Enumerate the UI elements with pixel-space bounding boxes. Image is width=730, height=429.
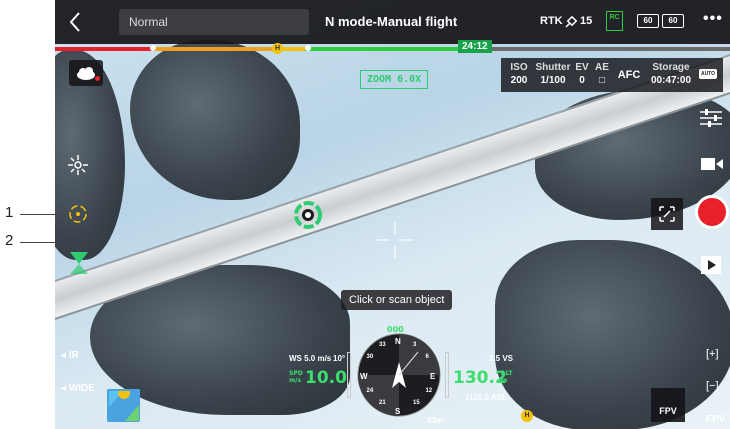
satellite-icon (565, 15, 578, 28)
ev-value: 0 (579, 75, 585, 86)
wind-direction: 10° (333, 354, 346, 363)
speed-unit: SPD m/s (289, 370, 303, 384)
altitude-unit: ALT m (501, 370, 513, 384)
weather-button[interactable] (69, 60, 103, 86)
storage-value: 00:47:00 (650, 75, 692, 86)
rock-outcrop (495, 240, 730, 429)
compass-bearing-tick: 21 (379, 400, 386, 407)
back-button[interactable] (55, 0, 95, 44)
gimbal-icon (68, 155, 88, 175)
rock-outcrop (130, 40, 300, 200)
focus-mode[interactable]: AFC (615, 69, 643, 81)
radar-icon (70, 252, 88, 274)
map-icon (108, 390, 139, 421)
target-lock-button[interactable] (65, 201, 91, 227)
horizontal-speed: 10.0 (305, 368, 347, 388)
compass-south: S (395, 407, 401, 416)
playback-icon[interactable] (701, 256, 721, 274)
battery-progress-bar: H (55, 43, 730, 54)
ev-label: EV (575, 62, 589, 73)
ir-label: IR (68, 350, 79, 361)
smart-track-button[interactable] (651, 198, 683, 230)
record-button[interactable] (695, 195, 729, 229)
fpv-button-label: FPV (659, 406, 677, 416)
more-button[interactable]: ••• (703, 10, 723, 28)
fpv-side-label[interactable]: FPV (706, 414, 725, 425)
drone-camera-view[interactable]: Normal N mode-Manual flight RTK 15 RC 60… (55, 0, 730, 429)
vertical-speed: 2.5 VS (489, 354, 514, 363)
compass-north: N (395, 337, 401, 346)
zoom-indicator: ZOOM 6.0X (360, 70, 429, 89)
tracked-object-icon[interactable] (293, 200, 323, 230)
battery-2[interactable]: 60 (662, 14, 684, 28)
compass-bearing-tick: 33 (379, 341, 386, 348)
cloud-icon (77, 67, 95, 80)
compass-bearing-tick: 3 (413, 341, 417, 348)
compass-bearing-tick: 30 (366, 354, 374, 360)
ae-label: AE (595, 62, 609, 73)
wide-lens-button[interactable]: ◂ WIDE (61, 383, 95, 394)
callout-1: 1 (5, 204, 14, 221)
ae-lock-icon: □ (598, 75, 606, 86)
home-point-marker: H (272, 43, 283, 54)
flight-mode-selector[interactable]: Normal (119, 9, 309, 35)
map-button[interactable] (107, 389, 140, 422)
progress-orange (155, 47, 275, 51)
remaining-flight-time: 24:12 (458, 40, 492, 53)
gimbal-reset-button[interactable] (65, 152, 91, 178)
zoom-out-button[interactable]: [−] (706, 380, 719, 392)
storage-label: Storage (652, 62, 690, 73)
progress-gray (460, 47, 730, 51)
zoom-in-button[interactable]: [+] (706, 348, 719, 360)
weather-alert-dot (95, 76, 100, 81)
home-distance: 43m (427, 416, 444, 425)
compass-bearing-tick: 12 (425, 388, 433, 394)
shutter-label: Shutter (535, 62, 571, 73)
scan-object-tip: Click or scan object (341, 290, 453, 310)
altitude-asl: 1126.5 ASL (465, 393, 507, 402)
wide-label: WIDE (68, 383, 95, 394)
link-icon (659, 206, 675, 222)
altitude-value: 130.2 (453, 368, 507, 388)
rtk-label[interactable]: RTK (540, 15, 563, 27)
center-crosshair (377, 222, 413, 258)
altitude-bar (445, 352, 449, 398)
compass-bearing-tick: 15 (413, 400, 420, 407)
target-icon (69, 205, 87, 223)
settings-sliders-icon[interactable] (700, 108, 722, 128)
progress-red (55, 47, 155, 51)
compass-east: E (430, 372, 436, 381)
compass-bearing-tick: 24 (366, 388, 374, 394)
compass-west: W (360, 372, 368, 381)
camera-settings-panel[interactable]: ISO 200 Shutter 1/100 EV 0 AE □ AFC Storage 0… (501, 58, 723, 92)
fpv-view-button[interactable]: FPV (651, 388, 685, 422)
callout-2: 2 (5, 232, 14, 249)
shutter-value: 1/100 (540, 75, 566, 86)
battery-1[interactable]: 60 (637, 14, 659, 28)
video-mode-icon[interactable] (701, 156, 723, 172)
auto-badge[interactable]: AUTO (699, 69, 717, 79)
iso-label: ISO (510, 62, 528, 73)
ir-lens-button[interactable]: ◂ IR (61, 350, 79, 361)
obstacle-sensing-button[interactable] (67, 250, 91, 276)
iso-value: 200 (510, 75, 528, 86)
progress-dot (150, 45, 156, 51)
home-point-icon: H (521, 410, 533, 422)
flight-mode-title: N mode-Manual flight (325, 14, 458, 29)
chevron-left-icon (69, 12, 80, 32)
speed-bar (347, 352, 351, 398)
wind-speed: WS 5.0 m/s (289, 354, 332, 363)
compass-bearing-tick: 6 (425, 354, 429, 360)
rc-signal-badge[interactable]: RC (606, 11, 623, 31)
progress-green (305, 47, 460, 51)
top-status-bar: Normal N mode-Manual flight RTK 15 RC 60… (55, 0, 730, 44)
progress-dot (305, 45, 311, 51)
rtk-satellite-count: 15 (580, 15, 593, 27)
